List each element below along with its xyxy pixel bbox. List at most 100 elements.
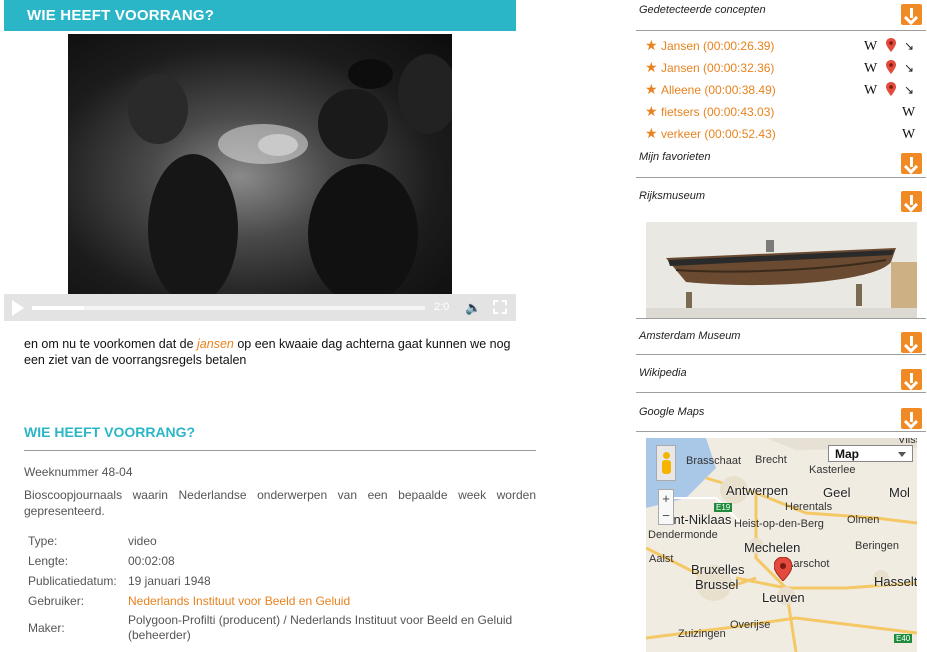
week-number: Weeknummer 48-04 [24, 465, 133, 479]
panel-favorites: Mijn favorieten [636, 140, 926, 178]
expand-arrow-icon[interactable] [901, 153, 922, 174]
progress-fill [32, 306, 84, 310]
subtitle-text: en om nu te voorkomen dat de jansen op e… [24, 336, 534, 368]
street-view-pegman-icon[interactable] [656, 445, 676, 481]
zoom-out-button[interactable]: − [659, 507, 673, 524]
expand-arrow-icon[interactable] [901, 191, 922, 212]
concept-item[interactable]: ★ fietsers (00:00:43.03) W [636, 103, 926, 125]
fullscreen-icon[interactable] [493, 300, 507, 314]
star-icon[interactable]: ★ [645, 81, 658, 98]
map-place: Brussel [695, 577, 739, 592]
wikipedia-icon[interactable]: W [864, 39, 877, 55]
expand-arrow-icon[interactable] [901, 369, 922, 390]
concept-label[interactable]: verkeer (00:00:52.43) [661, 127, 776, 141]
wikipedia-icon[interactable]: W [902, 105, 915, 121]
volume-icon[interactable]: 🔈 [465, 300, 481, 316]
road-badge: E19 [714, 503, 733, 512]
concept-label[interactable]: Jansen (00:00:26.39) [661, 39, 774, 53]
meta-row-type: Type: video [28, 531, 518, 551]
museum-object-image[interactable] [646, 222, 917, 319]
zoom-control[interactable]: + − [658, 489, 674, 525]
google-map[interactable]: Vlissingen Brasschaat Brecht Kasterlee A… [646, 438, 917, 652]
map-place: Antwerpen [726, 483, 789, 498]
expand-arrow-icon[interactable] [901, 332, 922, 353]
meta-row-user: Gebruiker: Nederlands Instituut voor Bee… [28, 591, 518, 611]
expand-arrow-icon[interactable] [901, 4, 922, 25]
progress-bar[interactable] [32, 306, 425, 310]
map-place: Brecht [755, 454, 787, 466]
map-type-label: Map [835, 447, 859, 461]
map-place: Brasschaat [686, 455, 742, 467]
map-place: Mechelen [744, 540, 801, 555]
concept-item[interactable]: ★ Jansen (00:00:32.36) W ↘ [636, 59, 926, 81]
map-place: Mol [889, 485, 910, 500]
meta-row-length: Lengte: 00:02:08 [28, 551, 518, 571]
video-player[interactable]: 2:0 🔈 [4, 31, 516, 321]
panel-label: Rijksmuseum [639, 190, 706, 202]
details-heading: WIE HEEFT VOORRANG? [24, 424, 196, 440]
concept-label[interactable]: fietsers (00:00:43.03) [661, 105, 774, 119]
video-controls: 2:0 🔈 [4, 294, 516, 321]
panel-detected-concepts: Gedetecteerde concepten [636, 0, 926, 31]
meta-key: Type: [28, 533, 58, 548]
meta-value: 19 januari 1948 [128, 573, 211, 588]
map-place: Beringen [855, 540, 900, 552]
meta-value: Polygoon-Profilti (producent) / Nederlan… [128, 613, 513, 642]
subtitle-before: en om nu te voorkomen dat de [24, 337, 198, 351]
user-link[interactable]: Nederlands Instituut voor Beeld en Gelui… [128, 591, 518, 611]
external-link-icon[interactable]: ↘ [904, 39, 914, 53]
panel-label: Mijn favorieten [639, 151, 711, 163]
meta-key: Gebruiker: [28, 593, 85, 608]
map-place: Heist-op-den-Berg [734, 518, 824, 530]
play-icon[interactable] [12, 300, 24, 316]
concept-item[interactable]: ★ Alleene (00:00:38.49) W ↘ [636, 81, 926, 103]
map-place: Aalst [649, 553, 674, 565]
map-place: Bruxelles [691, 562, 745, 577]
description: Bioscoopjournaals waarin Nederlandse ond… [24, 488, 536, 518]
map-pin-icon[interactable] [886, 38, 896, 52]
map-place: Kasterlee [809, 464, 856, 476]
map-place: Zuizingen [678, 628, 726, 640]
meta-key: Maker: [28, 620, 65, 635]
concept-label[interactable]: Jansen (00:00:32.36) [661, 61, 774, 75]
panel-google-maps: Google Maps [636, 394, 926, 432]
map-place: Herentals [785, 501, 833, 513]
map-place: Aarschot [786, 558, 830, 570]
wikipedia-icon[interactable]: W [864, 83, 877, 99]
time-label: 2:0 [434, 301, 450, 313]
zoom-in-button[interactable]: + [659, 490, 673, 507]
map-place: Geel [823, 485, 851, 500]
concept-item[interactable]: ★ Jansen (00:00:26.39) W ↘ [636, 37, 926, 59]
video-title: WIE HEEFT VOORRANG? [4, 0, 516, 31]
star-icon[interactable]: ★ [645, 103, 658, 120]
map-place: Dendermonde [648, 529, 718, 541]
map-marker-icon[interactable] [774, 557, 792, 581]
map-place: Overijse [730, 619, 771, 631]
meta-value: 00:02:08 [128, 553, 175, 568]
external-link-icon[interactable]: ↘ [904, 61, 914, 75]
meta-key: Lengte: [28, 553, 69, 568]
expand-arrow-icon[interactable] [901, 408, 922, 429]
subtitle-highlight[interactable]: jansen [197, 337, 234, 351]
meta-row-maker: Maker: Polygoon-Profilti (producent) / N… [28, 611, 518, 645]
meta-key: Publicatiedatum: [28, 573, 117, 588]
map-type-select[interactable]: Map [828, 445, 913, 462]
panel-label: Wikipedia [639, 367, 687, 379]
star-icon[interactable]: ★ [645, 59, 658, 76]
panel-label: Amsterdam Museum [639, 330, 741, 342]
road-badge: E40 [894, 634, 913, 643]
concept-label[interactable]: Alleene (00:00:38.49) [661, 83, 776, 97]
star-icon[interactable]: ★ [645, 37, 658, 54]
ship-model-image [646, 222, 917, 319]
concept-list: ★ Jansen (00:00:26.39) W ↘ ★ Jansen (00:… [636, 37, 926, 147]
metadata-table: Type: video Lengte: 00:02:08 Publicatied… [28, 531, 518, 645]
panel-amsterdam-museum: Amsterdam Museum [636, 318, 926, 355]
external-link-icon[interactable]: ↘ [904, 83, 914, 97]
wikipedia-icon[interactable]: W [864, 61, 877, 77]
panel-label: Gedetecteerde concepten [639, 4, 766, 16]
map-place: Leuven [762, 590, 805, 605]
map-pin-icon[interactable] [886, 60, 896, 74]
video-frame[interactable] [68, 34, 452, 294]
map-pin-icon[interactable] [886, 82, 896, 96]
panel-wikipedia: Wikipedia [636, 355, 926, 393]
